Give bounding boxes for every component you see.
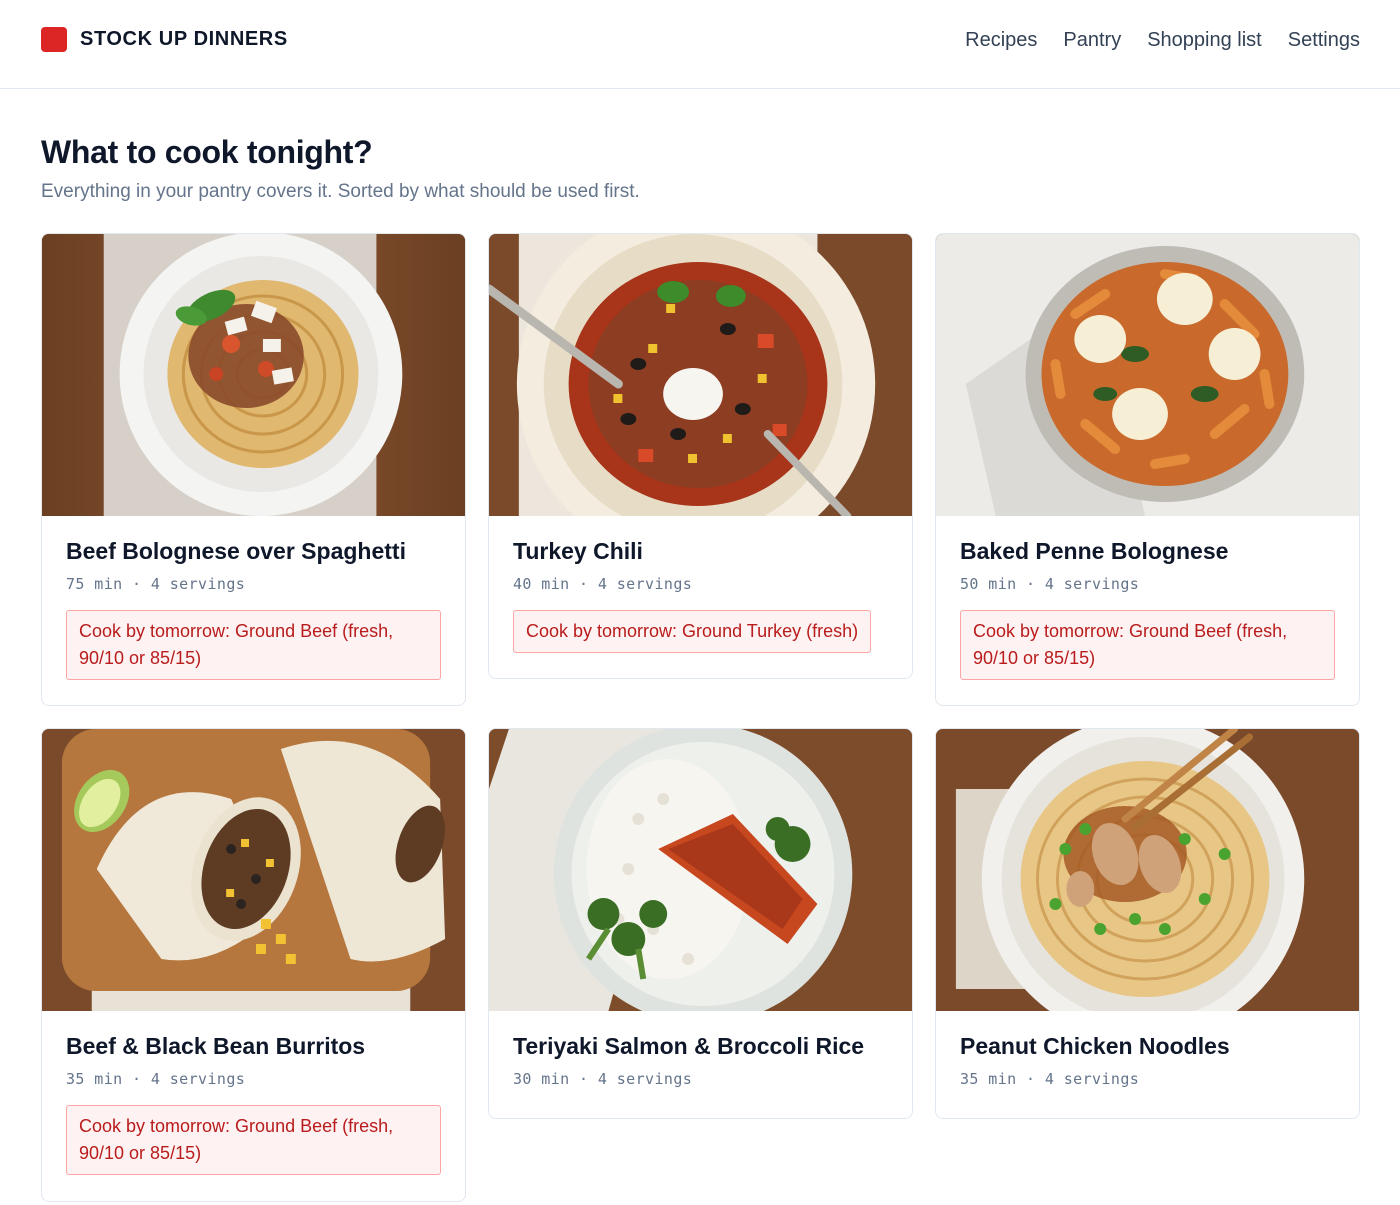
recipe-card[interactable]: Beef Bolognese over Spaghetti 75 min · 4… xyxy=(41,233,466,706)
page-title: What to cook tonight? xyxy=(41,134,373,170)
brand[interactable]: STOCK UP DINNERS xyxy=(41,26,288,52)
baked-penne-photo xyxy=(936,234,1359,516)
turkey-chili-photo xyxy=(489,234,912,516)
recipe-card[interactable]: Peanut Chicken Noodles 35 min · 4 servin… xyxy=(935,728,1360,1119)
recipe-card[interactable]: Teriyaki Salmon & Broccoli Rice 30 min ·… xyxy=(488,728,913,1119)
cook-by-alert: Cook by tomorrow: Ground Turkey (fresh) xyxy=(513,610,872,653)
main-nav: Recipes Pantry Shopping list Settings xyxy=(965,29,1360,52)
recipe-title: Beef Bolognese over Spaghetti xyxy=(66,538,406,564)
recipe-title: Beef & Black Bean Burritos xyxy=(66,1033,366,1059)
recipe-meta: 75 min · 4 servings xyxy=(66,575,246,593)
recipe-meta: 40 min · 4 servings xyxy=(513,575,693,593)
nav-shopping-list[interactable]: Shopping list xyxy=(1147,29,1262,52)
recipe-meta: 30 min · 4 servings xyxy=(513,1070,693,1088)
recipe-card-body: Teriyaki Salmon & Broccoli Rice 30 min ·… xyxy=(489,1011,912,1088)
nav-settings[interactable]: Settings xyxy=(1288,29,1360,52)
recipe-card-body: Baked Penne Bolognese 50 min · 4 serving… xyxy=(936,516,1359,680)
recipe-title: Teriyaki Salmon & Broccoli Rice xyxy=(513,1033,865,1059)
brand-name: STOCK UP DINNERS xyxy=(80,27,288,50)
recipe-title: Baked Penne Bolognese xyxy=(960,538,1229,564)
peanut-noodles-photo xyxy=(936,729,1359,1011)
recipe-card[interactable]: Turkey Chili 40 min · 4 servings Cook by… xyxy=(488,233,913,679)
cook-by-alert: Cook by tomorrow: Ground Beef (fresh, 90… xyxy=(960,610,1335,680)
cook-by-alert: Cook by tomorrow: Ground Beef (fresh, 90… xyxy=(66,610,441,680)
recipe-card-body: Beef & Black Bean Burritos 35 min · 4 se… xyxy=(42,1011,465,1175)
recipe-card[interactable]: Baked Penne Bolognese 50 min · 4 serving… xyxy=(935,233,1360,706)
recipe-meta: 50 min · 4 servings xyxy=(960,575,1140,593)
burritos-photo xyxy=(42,729,465,1011)
recipe-meta: 35 min · 4 servings xyxy=(960,1070,1140,1088)
recipe-card-body: Turkey Chili 40 min · 4 servings Cook by… xyxy=(489,516,912,653)
recipe-meta: 35 min · 4 servings xyxy=(66,1070,246,1088)
recipe-title: Peanut Chicken Noodles xyxy=(960,1033,1230,1059)
recipe-card-body: Beef Bolognese over Spaghetti 75 min · 4… xyxy=(42,516,465,680)
brand-logo-icon xyxy=(41,26,67,52)
recipe-card[interactable]: Beef & Black Bean Burritos 35 min · 4 se… xyxy=(41,728,466,1202)
nav-recipes[interactable]: Recipes xyxy=(965,29,1037,52)
recipe-card-body: Peanut Chicken Noodles 35 min · 4 servin… xyxy=(936,1011,1359,1088)
cook-by-alert: Cook by tomorrow: Ground Beef (fresh, 90… xyxy=(66,1105,441,1175)
nav-pantry[interactable]: Pantry xyxy=(1063,29,1121,52)
spaghetti-bolognese-photo xyxy=(42,234,465,516)
top-bar: STOCK UP DINNERS Recipes Pantry Shopping… xyxy=(0,0,1400,89)
page-subtitle: Everything in your pantry covers it. Sor… xyxy=(41,181,640,202)
recipe-title: Turkey Chili xyxy=(513,538,643,564)
teriyaki-salmon-photo xyxy=(489,729,912,1011)
